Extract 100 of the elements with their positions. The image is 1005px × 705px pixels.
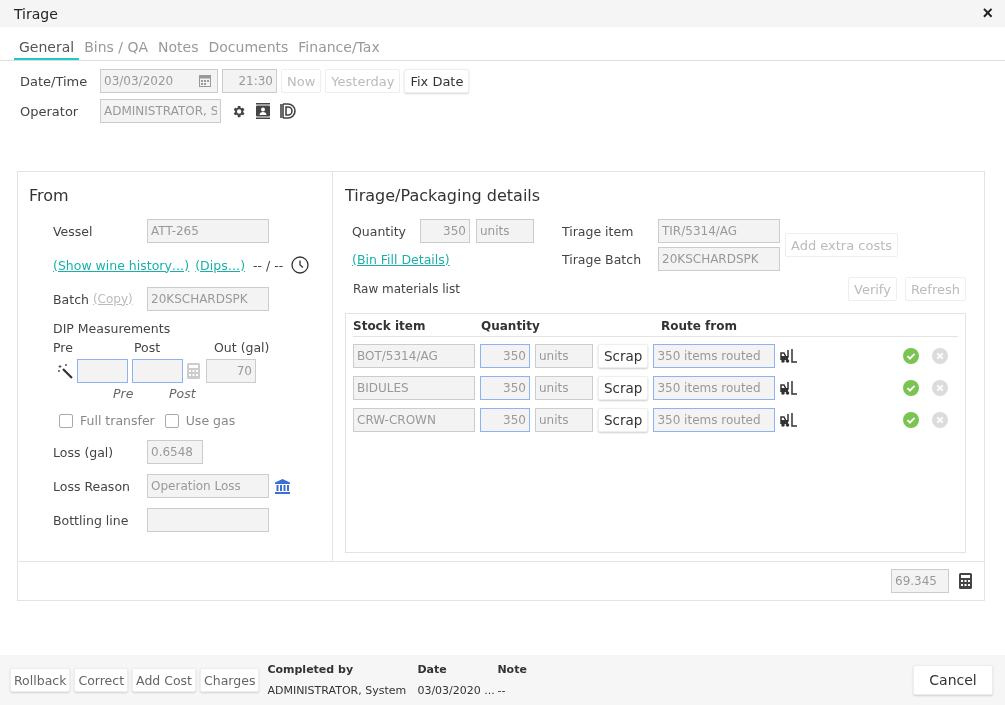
magic-wand-icon[interactable]: [57, 363, 73, 379]
checkbox-label: Full transfer: [80, 413, 155, 428]
loss-reason-field[interactable]: Operation Loss: [147, 474, 269, 498]
contact-card-icon[interactable]: [256, 103, 270, 119]
section-title: Tirage/Packaging details: [345, 186, 542, 205]
check-icon[interactable]: [903, 379, 919, 396]
column-label: Pre: [53, 340, 74, 355]
bin-fill-details-link[interactable]: (Bin Fill Details): [352, 251, 450, 267]
out-field[interactable]: 70: [206, 359, 256, 383]
check-icon[interactable]: [903, 411, 919, 428]
post-dip-field[interactable]: [132, 359, 183, 383]
window-title: Tirage: [14, 5, 59, 22]
column-header: Stock item: [353, 319, 427, 333]
tab[interactable]: Notes: [153, 37, 204, 60]
scrap-button[interactable]: Scrap: [598, 375, 649, 400]
scrap-button[interactable]: Scrap: [598, 343, 649, 368]
scrap-button[interactable]: Scrap: [598, 407, 649, 432]
field-label: Bottling line: [53, 512, 130, 528]
quantity-field[interactable]: 350: [480, 375, 530, 400]
action-button[interactable]: Refresh: [904, 277, 966, 301]
settings-icon[interactable]: [231, 103, 246, 119]
checkbox[interactable]: [164, 413, 179, 428]
loss-field[interactable]: 0.6548: [147, 440, 203, 464]
footer-button[interactable]: Charges: [200, 668, 260, 692]
close-button[interactable]: ×: [978, 3, 997, 24]
quantity-field[interactable]: 350: [480, 343, 530, 368]
footer-button[interactable]: Rollback: [10, 668, 71, 692]
field-label: Batch: [53, 291, 89, 307]
column-label: Post: [134, 340, 162, 355]
field-label: Tirage item: [562, 223, 635, 239]
field-label: Tirage Batch: [562, 251, 643, 267]
unit-field[interactable]: units: [476, 219, 534, 243]
dips-reading: -- / --: [253, 257, 284, 273]
info-value: ADMINISTRATOR, System: [267, 684, 408, 697]
forklift-icon[interactable]: [780, 380, 798, 395]
unit-field[interactable]: units: [535, 407, 593, 432]
link[interactable]: (Dips…): [195, 257, 246, 273]
info-heading: Note: [497, 663, 527, 676]
bottling-line-field[interactable]: [147, 508, 269, 532]
check-icon[interactable]: [903, 347, 919, 364]
field-label: Date/Time: [20, 73, 89, 89]
info-value: --: [497, 684, 507, 697]
document-icon[interactable]: [280, 103, 296, 119]
add-extra-costs-button[interactable]: Add extra costs: [785, 233, 899, 257]
column-label: Out (gal): [214, 340, 270, 355]
field-label: Operator: [20, 103, 80, 119]
calendar-icon[interactable]: [199, 74, 211, 87]
vessel-field[interactable]: ATT-265: [147, 219, 269, 243]
field-label: Quantity: [352, 223, 408, 239]
unit-field[interactable]: units: [535, 375, 593, 400]
dip-measurements-label: DIP Measurements: [52, 321, 172, 336]
cancel-button[interactable]: Cancel: [913, 665, 993, 695]
tirage-batch-field[interactable]: 20KSCHARDSPK: [658, 247, 780, 271]
section-title: From: [29, 186, 70, 205]
footer-button[interactable]: Correct: [74, 668, 129, 692]
field-label: Loss Reason: [53, 478, 131, 494]
tirage-item-field[interactable]: TIR/5314/AG: [658, 219, 780, 243]
quantity-field[interactable]: 350: [480, 407, 530, 432]
calculator-icon[interactable]: [959, 573, 972, 589]
operator-field[interactable]: ADMINISTRATOR, S: [100, 99, 221, 123]
total-field[interactable]: 69.345: [891, 569, 949, 593]
route-field[interactable]: 350 items routed: [653, 375, 776, 400]
column-header: Route from: [661, 319, 737, 333]
copy-link[interactable]: (Copy): [92, 291, 133, 307]
footer-button[interactable]: Add Cost: [132, 668, 197, 692]
batch-field[interactable]: 20KSCHARDSPK: [147, 287, 269, 311]
forklift-icon[interactable]: [780, 348, 798, 363]
tab[interactable]: Finance/Tax: [293, 37, 385, 60]
quantity-field[interactable]: 350: [420, 219, 470, 243]
remove-icon[interactable]: [932, 379, 948, 396]
date-field[interactable]: 03/03/2020: [100, 69, 218, 93]
field-label: Vessel: [53, 223, 94, 239]
remove-icon[interactable]: [932, 347, 948, 364]
tab[interactable]: Bins / QA: [79, 37, 154, 60]
field-caption: Post: [169, 386, 196, 401]
date-button[interactable]: Fix Date: [404, 69, 470, 93]
tab[interactable]: Documents: [203, 37, 294, 60]
checkbox-label: Use gas: [185, 413, 236, 428]
field-caption: Pre: [113, 386, 135, 401]
bank-icon[interactable]: [275, 478, 290, 494]
info-heading: Completed by: [267, 663, 355, 676]
forklift-icon[interactable]: [780, 412, 798, 427]
checkbox[interactable]: [59, 413, 73, 428]
pre-dip-field[interactable]: [77, 359, 128, 383]
remove-icon[interactable]: [932, 411, 948, 428]
stock-item-field[interactable]: BIDULES: [353, 375, 475, 400]
column-header: Quantity: [481, 319, 541, 333]
info-heading: Date: [417, 663, 448, 676]
route-field[interactable]: 350 items routed: [653, 343, 776, 368]
route-field[interactable]: 350 items routed: [653, 407, 776, 432]
clock-icon[interactable]: [291, 256, 310, 274]
action-button[interactable]: Verify: [848, 277, 897, 301]
field-label: Loss (gal): [53, 444, 115, 460]
raw-materials-label: Raw materials list: [353, 282, 460, 296]
link[interactable]: (Show wine history…): [53, 257, 190, 273]
tab[interactable]: General: [14, 37, 80, 60]
unit-field[interactable]: units: [535, 343, 593, 368]
stock-item-field[interactable]: CRW-CROWN: [353, 407, 475, 432]
stock-item-field[interactable]: BOT/5314/AG: [353, 343, 475, 368]
time-field[interactable]: 21:30: [222, 69, 277, 93]
